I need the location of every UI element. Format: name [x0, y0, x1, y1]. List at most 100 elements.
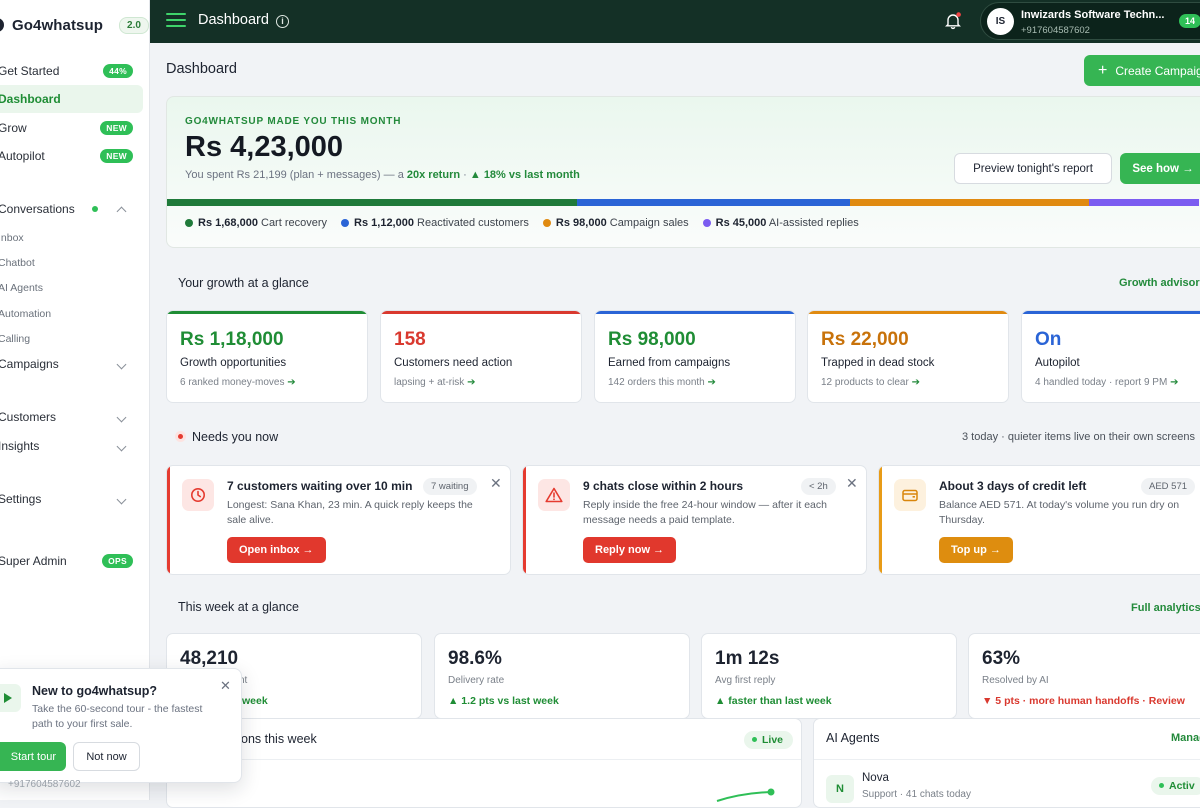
agent-name[interactable]: Nova: [862, 772, 889, 784]
kpi-trend: ▼ 5 pts · more human handoffs · Review: [982, 695, 1185, 707]
stat-card-earned-campaigns[interactable]: Rs 98,000 Earned from campaigns 142 orde…: [594, 310, 796, 403]
growth-section-title: Your growth at a glance: [178, 276, 309, 290]
revenue-segment: [167, 199, 577, 206]
kpi-card-resolved-ai[interactable]: 63% Resolved by AI ▼ 5 pts · more human …: [968, 633, 1200, 719]
legend-item: Rs 1,68,000 Cart recovery: [185, 217, 327, 229]
sidebar-item-grow[interactable]: Grow NEW: [0, 114, 143, 142]
stat-value: Rs 22,000: [821, 329, 909, 350]
sidebar-item-label: Super Admin: [0, 554, 67, 568]
sidebar-item-label: Settings: [0, 492, 42, 506]
account-name: Inwizards Software Techn...: [1021, 9, 1165, 21]
stat-label: Autopilot: [1035, 357, 1080, 369]
sidebar-item-label: Conversations: [0, 202, 75, 216]
stat-card-growth-opportunities[interactable]: Rs 1,18,000 Growth opportunities 6 ranke…: [166, 310, 368, 403]
chevron-down-icon: [116, 441, 127, 451]
growth-advisor-link[interactable]: Growth advisor: [1119, 277, 1200, 289]
topbar: Dashboard i IS Inwizards Software Techn.…: [150, 0, 1200, 43]
hero-return: 20x return: [406, 169, 461, 181]
manage-agents-link[interactable]: Manag: [1171, 732, 1200, 744]
stat-value: Rs 1,18,000: [180, 329, 284, 350]
sidebar-item-settings[interactable]: Settings: [0, 485, 143, 513]
sidebar-phone: +917604587602: [8, 779, 81, 790]
hero-eyebrow: GO4WHATSUP MADE YOU THIS MONTH: [185, 116, 402, 127]
stat-hint: lapsing + at-risk ➔: [394, 377, 476, 388]
account-menu[interactable]: IS Inwizards Software Techn... +91760458…: [980, 2, 1200, 40]
chevron-down-icon: [116, 494, 127, 504]
alert-chip: < 2h: [801, 478, 836, 495]
kpi-value: 63%: [982, 648, 1021, 669]
hero-amount: Rs 4,23,000: [185, 131, 344, 163]
alert-low-credit: About 3 days of credit left AED 571 Bala…: [878, 465, 1200, 575]
sidebar-item-autopilot[interactable]: Autopilot NEW: [0, 142, 143, 170]
see-how-button[interactable]: See how →: [1120, 153, 1200, 184]
brand[interactable]: Go4whatsup 2.0: [0, 10, 149, 40]
sidebar-item-label: Customers: [0, 410, 57, 424]
sidebar-subitem-inbox[interactable]: Inbox: [0, 232, 24, 244]
sidebar-item-customers[interactable]: Customers: [0, 403, 143, 431]
chevron-down-icon: [116, 359, 127, 369]
agent-meta: Support · 41 chats today: [862, 789, 971, 800]
tour-description: Take the 60-second tour - the fastest pa…: [32, 703, 203, 730]
close-icon[interactable]: ✕: [220, 678, 231, 694]
needs-section-title: Needs you now: [192, 430, 279, 444]
alert-description: Longest: Sana Khan, 23 min. A quick repl…: [227, 499, 473, 526]
kpi-trend: ▲ 1.2 pts vs last week: [448, 695, 559, 707]
ops-badge: OPS: [102, 554, 133, 568]
live-dot-icon: [752, 737, 757, 742]
account-phone: +917604587602: [1021, 25, 1090, 36]
open-inbox-button[interactable]: Open inbox →: [227, 537, 326, 563]
sidebar-subitem-chatbot[interactable]: Chatbot: [0, 257, 35, 269]
revenue-legend: Rs 1,68,000 Cart recovery Rs 1,12,000 Re…: [185, 217, 859, 229]
count-badge: 14: [1179, 14, 1200, 28]
hero-spent-text: You spent Rs 21,199 (plan + messages) — …: [185, 169, 404, 181]
kpi-card-first-reply[interactable]: 1m 12s Avg first reply ▲ faster than las…: [701, 633, 957, 719]
bell-icon[interactable]: [944, 12, 962, 30]
stat-card-customers-need-action[interactable]: 158 Customers need action lapsing + at-r…: [380, 310, 582, 403]
stat-hint: 12 products to clear ➔: [821, 377, 920, 388]
stat-card-autopilot[interactable]: On Autopilot 4 handled today · report 9 …: [1021, 310, 1200, 403]
new-badge: NEW: [100, 149, 133, 163]
avatar: IS: [987, 8, 1014, 35]
top-up-button[interactable]: Top up →: [939, 537, 1013, 563]
create-campaign-button[interactable]: + Create Campaign: [1084, 55, 1200, 86]
reply-now-button[interactable]: Reply now →: [583, 537, 677, 563]
agent-avatar: N: [826, 775, 854, 803]
sidebar-item-super-admin[interactable]: Super Admin OPS: [0, 547, 143, 575]
new-badge: NEW: [100, 121, 133, 135]
hero-subtitle: You spent Rs 21,199 (plan + messages) — …: [185, 169, 580, 181]
tour-title: New to go4whatsup?: [32, 684, 157, 698]
sidebar-subitem-ai-agents[interactable]: AI Agents: [0, 282, 43, 294]
live-badge: Live: [744, 731, 794, 749]
create-campaign-label: Create Campaign: [1115, 63, 1200, 78]
urgent-dot-icon: [175, 431, 186, 442]
close-icon[interactable]: ✕: [846, 475, 858, 492]
sidebar-subitem-calling[interactable]: Calling: [0, 333, 30, 345]
start-tour-button[interactable]: Start tour: [0, 742, 66, 771]
revenue-segment: [576, 199, 851, 206]
menu-icon[interactable]: [166, 13, 186, 28]
kpi-card-delivery-rate[interactable]: 98.6% Delivery rate ▲ 1.2 pts vs last we…: [434, 633, 690, 719]
agent-status-badge: Activ: [1151, 777, 1200, 795]
arrow-right-icon: ➔: [911, 377, 920, 388]
sidebar-item-dashboard[interactable]: Dashboard: [0, 85, 143, 113]
revenue-segment: [1089, 199, 1199, 206]
info-icon[interactable]: i: [276, 15, 289, 28]
legend-swatch: [185, 219, 193, 227]
full-analytics-link[interactable]: Full analytics: [1131, 602, 1200, 614]
legend-swatch: [341, 219, 350, 227]
sidebar-item-campaigns[interactable]: Campaigns: [0, 350, 143, 378]
not-now-button[interactable]: Not now: [73, 742, 140, 771]
close-icon[interactable]: ✕: [490, 475, 502, 492]
sidebar-item-insights[interactable]: Insights: [0, 432, 143, 460]
panel-title: ons this week: [241, 732, 317, 746]
stat-value: Rs 98,000: [608, 329, 696, 350]
kpi-label: Resolved by AI: [982, 675, 1049, 686]
alert-waiting-customers: 7 customers waiting over 10 min 7 waitin…: [166, 465, 511, 575]
stat-card-dead-stock[interactable]: Rs 22,000 Trapped in dead stock 12 produ…: [807, 310, 1009, 403]
sidebar-item-conversations[interactable]: Conversations: [0, 195, 143, 223]
chevron-down-icon: [116, 412, 127, 422]
sidebar-subitem-automation[interactable]: Automation: [0, 308, 51, 320]
preview-report-button[interactable]: Preview tonight's report: [954, 153, 1112, 184]
week-section-title: This week at a glance: [178, 600, 299, 614]
sidebar-item-get-started[interactable]: Get Started 44%: [0, 57, 143, 85]
